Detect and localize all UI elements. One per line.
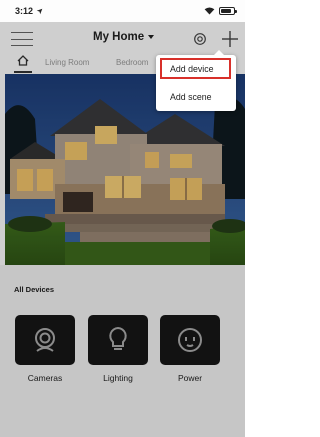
device-tile[interactable] [160,315,220,365]
device-label: Power [177,373,203,383]
device-power[interactable]: Power [158,315,222,383]
device-cameras[interactable]: Cameras [13,315,77,383]
home-icon [17,55,29,66]
outlet-icon [178,328,202,352]
tab-home[interactable] [14,55,32,73]
add-device-menu-item[interactable]: Add device [170,64,214,74]
home-title: My Home [93,31,145,43]
device-label: Cameras [27,373,63,383]
device-tile[interactable] [15,315,75,365]
device-lighting[interactable]: Lighting [86,315,150,383]
status-bar: 3:12 [0,0,245,22]
caret-down-icon [148,35,155,39]
home-selector[interactable]: My Home [93,31,155,43]
add-menu-dropdown: Add device Add scene [156,50,236,111]
hamburger-menu-icon[interactable] [11,32,33,46]
nav-bar: My Home [0,28,245,52]
add-scene-menu-item[interactable]: Add scene [170,92,212,102]
camera-icon [35,328,55,352]
location-arrow-icon [36,8,43,14]
phone-screen: 3:12 My Home Living Room Bedroom All Dev… [0,0,245,437]
battery-level [221,9,232,13]
tab-bedroom[interactable]: Bedroom [116,58,148,67]
device-tile[interactable] [88,315,148,365]
add-plus-icon[interactable] [222,30,238,48]
section-title: All Devices [14,285,55,294]
tab-living-room[interactable]: Living Room [45,58,89,67]
scene-icon[interactable] [193,32,207,46]
device-label: Lighting [103,373,133,383]
status-time: 3:12 [15,6,34,16]
wifi-icon [204,7,215,15]
all-devices-section: All Devices Cameras Lighting Power [0,265,245,437]
lightbulb-icon [109,326,127,350]
battery-icon [219,7,237,15]
